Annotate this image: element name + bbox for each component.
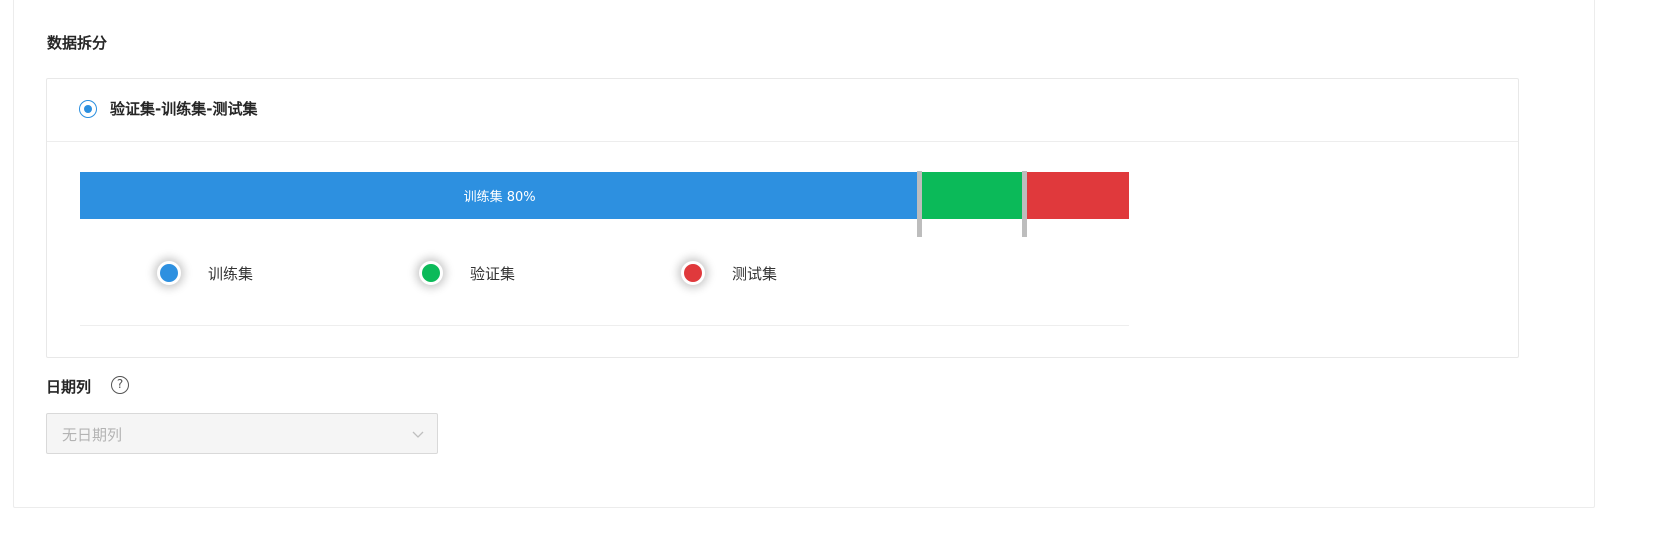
- validation-test-split-handle[interactable]: [1021, 171, 1027, 237]
- train-segment: 训练集 80%: [80, 172, 920, 219]
- legend-label-validation: 验证集: [470, 265, 516, 283]
- radio-checked-dot: [83, 104, 92, 113]
- validation-legend-dot-icon: [419, 261, 443, 285]
- split-ratio-bar: 训练集 80%: [80, 171, 1129, 237]
- date-column-select[interactable]: 无日期列: [46, 413, 438, 454]
- test-segment: [1024, 172, 1129, 219]
- date-column-select-value: 无日期列: [62, 426, 123, 444]
- train-segment-label: 训练集 80%: [463, 190, 536, 205]
- split-mode-label[interactable]: 验证集-训练集-测试集: [110, 98, 257, 119]
- card-divider: [80, 325, 1129, 326]
- chevron-down-icon: [412, 431, 424, 438]
- train-validation-split-handle[interactable]: [916, 171, 922, 237]
- data-split-card: 验证集-训练集-测试集 训练集 80% 训练集 验证集 测试集: [46, 78, 1519, 358]
- split-option-header: 验证集-训练集-测试集: [47, 79, 1518, 142]
- test-legend-dot-icon: [681, 261, 705, 285]
- question-circle-icon[interactable]: ?: [111, 376, 129, 394]
- date-column-label: 日期列: [46, 378, 92, 396]
- validation-segment: [919, 172, 1025, 219]
- split-mode-radio[interactable]: [79, 100, 97, 118]
- legend-label-train: 训练集: [208, 265, 254, 283]
- train-legend-dot-icon: [157, 261, 181, 285]
- section-title: 数据拆分: [47, 34, 108, 52]
- legend-label-test: 测试集: [732, 265, 778, 283]
